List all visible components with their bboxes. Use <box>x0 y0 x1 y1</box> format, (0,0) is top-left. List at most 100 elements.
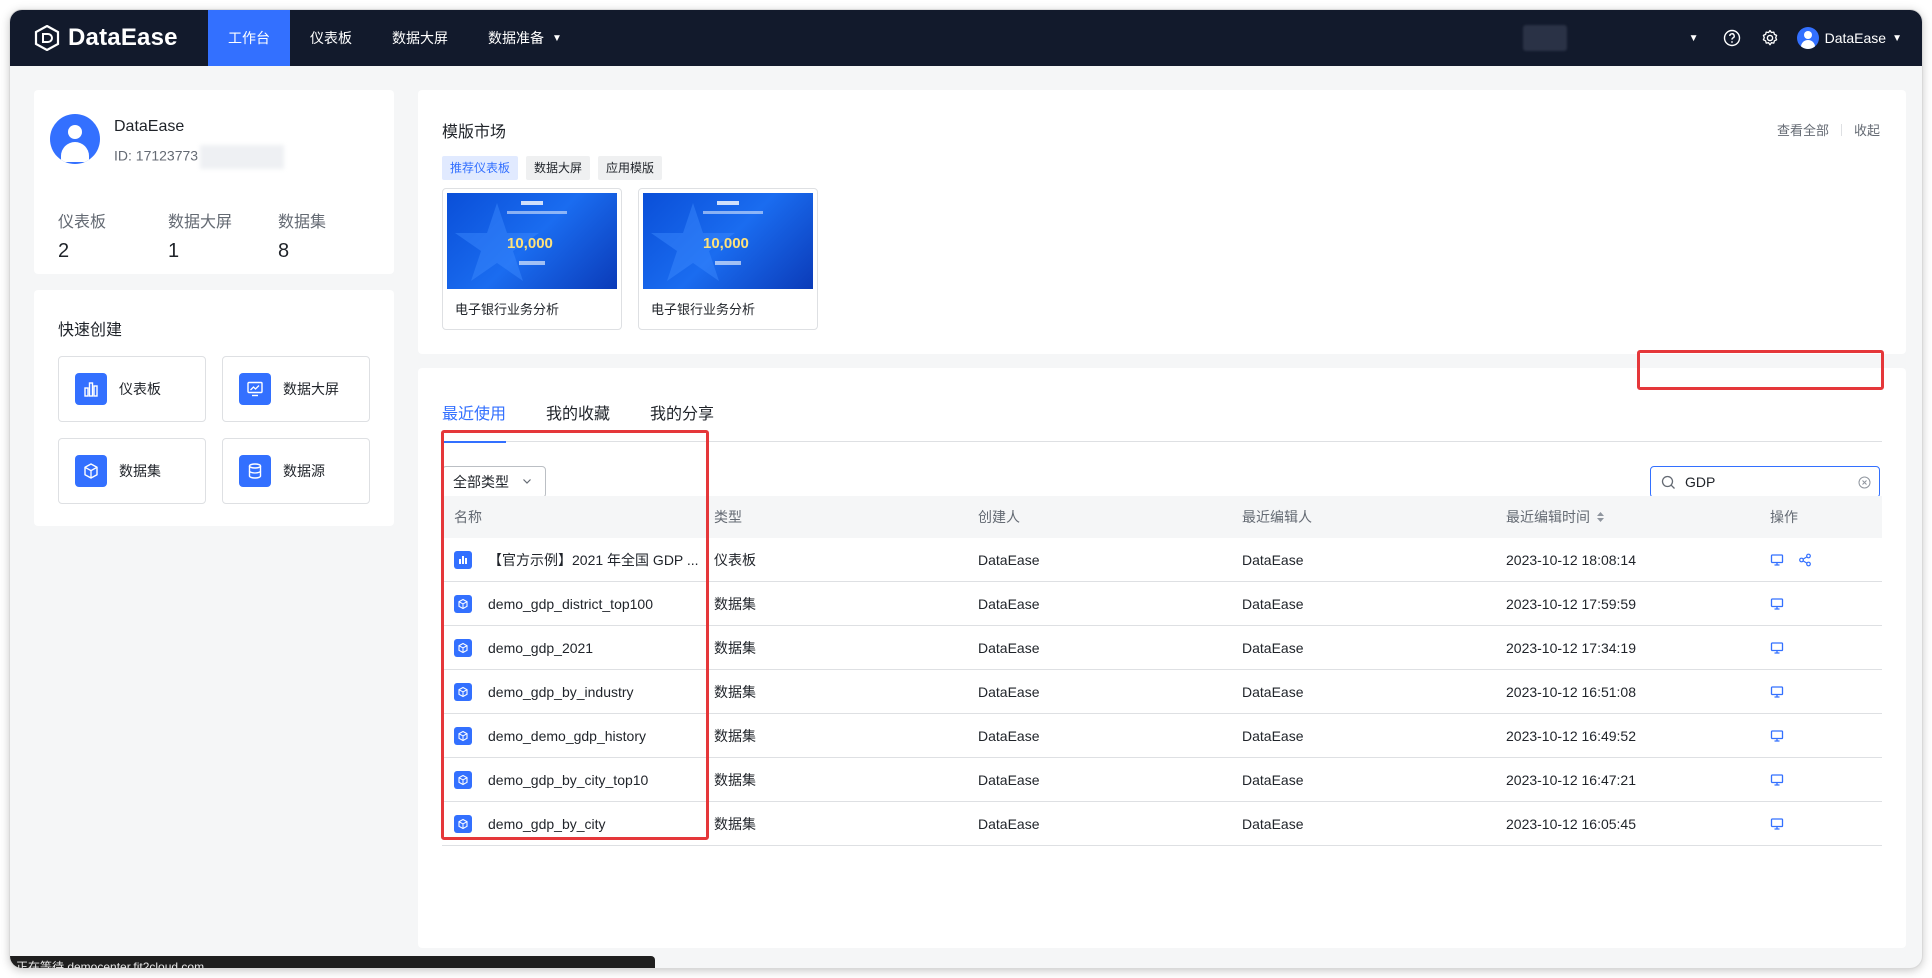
browser-status-bar: 正在等待 democenter.fit2cloud.com... <box>10 956 655 968</box>
quick-create-label: 数据集 <box>119 463 161 479</box>
help-icon[interactable] <box>1721 27 1743 49</box>
cell-time: 2023-10-12 18:08:14 <box>1506 551 1636 568</box>
table-row[interactable]: 【官方示例】2021 年全国 GDP ... 仪表板 DataEase DataEas… <box>442 538 1882 582</box>
nav-dashboard[interactable]: 仪表板 <box>290 10 372 66</box>
header-right: ▼ DataEase ▼ <box>1522 10 1902 66</box>
cell-name[interactable]: demo_gdp_by_industry <box>442 682 714 701</box>
stat-label: 仪表板 <box>58 214 107 231</box>
search-input[interactable] <box>1685 474 1845 490</box>
nav-data-prep[interactable]: 数据准备 ▼ <box>468 10 582 66</box>
dashboard-icon <box>454 550 472 569</box>
view-all-link[interactable]: 查看全部 <box>1777 120 1829 139</box>
table-row[interactable]: demo_gdp_2021 数据集 DataEase DataEase 2023-10-… <box>442 626 1882 670</box>
cell-creator: DataEase <box>978 595 1040 612</box>
sort-icon[interactable] <box>1596 511 1605 523</box>
quick-create-dashboard-button[interactable]: 仪表板 <box>58 356 206 422</box>
nav-data-screen[interactable]: 数据大屏 <box>372 10 468 66</box>
app-logo[interactable]: DataEase <box>34 24 208 52</box>
nav-label: 数据大屏 <box>392 30 448 46</box>
chevron-down-icon <box>523 479 531 484</box>
cell-creator: DataEase <box>978 551 1040 568</box>
bar-chart-icon <box>75 373 107 405</box>
stat-dashboards[interactable]: 仪表板 2 <box>58 208 106 263</box>
row-name[interactable]: demo_demo_gdp_history <box>488 728 646 744</box>
quick-create-dataset-button[interactable]: 数据集 <box>58 438 206 504</box>
avatar <box>50 114 100 164</box>
user-id: ID: 17123773 <box>114 145 285 169</box>
tab-favorites[interactable]: 我的收藏 <box>546 388 610 442</box>
search-field[interactable] <box>1650 466 1880 498</box>
template-card[interactable]: 10,000 电子银行业务分析 <box>442 188 622 330</box>
stat-value: 2 <box>58 240 70 262</box>
dataset-icon <box>454 594 472 613</box>
cell-type: 数据集 <box>714 815 756 832</box>
market-title: 模版市场 <box>442 124 507 141</box>
quick-create-data-screen-button[interactable]: 数据大屏 <box>222 356 370 422</box>
cell-actions <box>1770 817 1882 831</box>
tab-shared[interactable]: 我的分享 <box>650 388 714 442</box>
cell-time: 2023-10-12 16:05:45 <box>1506 815 1636 832</box>
template-name: 电子银行业务分析 <box>455 302 560 317</box>
row-name[interactable]: 【官方示例】2021 年全国 GDP ... <box>488 550 699 570</box>
cell-time: 2023-10-12 17:59:59 <box>1506 595 1636 612</box>
cell-name[interactable]: 【官方示例】2021 年全国 GDP ... <box>442 550 714 570</box>
table-row[interactable]: demo_gdp_by_industry 数据集 DataEase DataEase 2… <box>442 670 1882 714</box>
row-name[interactable]: demo_gdp_by_industry <box>488 684 634 700</box>
template-card[interactable]: 10,000 电子银行业务分析 <box>638 188 818 330</box>
template-market-panel: 模版市场 查看全部 收起 推荐仪表板 数据大屏 应用模版 10,000 电子银行… <box>418 90 1906 354</box>
template-category-chips: 推荐仪表板 数据大屏 应用模版 <box>442 156 670 180</box>
type-filter-select[interactable]: 全部类型 <box>442 466 546 498</box>
row-name[interactable]: demo_gdp_by_city <box>488 816 606 832</box>
cell-name[interactable]: demo_demo_gdp_history <box>442 726 714 745</box>
preview-icon[interactable] <box>1770 817 1784 831</box>
cell-name[interactable]: demo_gdp_by_city_top10 <box>442 770 714 789</box>
cell-editor: DataEase <box>1242 727 1304 744</box>
tab-recent[interactable]: 最近使用 <box>442 388 507 443</box>
template-name: 电子银行业务分析 <box>651 302 756 317</box>
dataease-logo-icon <box>34 25 60 51</box>
chip-recommended-dashboard[interactable]: 推荐仪表板 <box>442 156 519 180</box>
preview-icon[interactable] <box>1770 685 1784 699</box>
cell-type: 数据集 <box>714 771 756 788</box>
user-avatar-icon[interactable] <box>1796 27 1819 49</box>
cell-actions <box>1770 773 1882 787</box>
app-window: DataEase 工作台 仪表板 数据大屏 数据准备 ▼ ▼ DataEase ▼ <box>10 10 1922 968</box>
chip-app-template[interactable]: 应用模版 <box>598 156 663 180</box>
share-icon[interactable] <box>1798 553 1812 567</box>
preview-icon[interactable] <box>1770 773 1784 787</box>
cell-name[interactable]: demo_gdp_by_city <box>442 814 714 833</box>
cell-name[interactable]: demo_gdp_district_top100 <box>442 594 714 613</box>
table-row[interactable]: demo_gdp_district_top100 数据集 DataEase DataE… <box>442 582 1882 626</box>
clear-icon[interactable] <box>1858 476 1871 489</box>
user-menu-label[interactable]: DataEase <box>1825 30 1886 46</box>
preview-icon[interactable] <box>1770 641 1784 655</box>
cell-type: 数据集 <box>714 727 756 744</box>
cell-creator: DataEase <box>978 683 1040 700</box>
row-name[interactable]: demo_gdp_2021 <box>488 640 593 656</box>
preview-icon[interactable] <box>1770 729 1784 743</box>
caret-down-icon: ▼ <box>552 32 562 44</box>
nav-workbench[interactable]: 工作台 <box>208 10 290 66</box>
table-row[interactable]: demo_gdp_by_city_top10 数据集 DataEase DataEas… <box>442 758 1882 802</box>
col-time[interactable]: 最近编辑时间 <box>1506 507 1770 527</box>
main-nav: 工作台 仪表板 数据大屏 数据准备 ▼ <box>208 10 582 66</box>
row-name[interactable]: demo_gdp_by_city_top10 <box>488 772 648 788</box>
preview-icon[interactable] <box>1770 597 1784 611</box>
gear-icon[interactable] <box>1759 27 1781 49</box>
table-row[interactable]: demo_gdp_by_city 数据集 DataEase DataEase 2023-… <box>442 802 1882 846</box>
cell-name[interactable]: demo_gdp_2021 <box>442 638 714 657</box>
caret-down-icon[interactable]: ▼ <box>1892 33 1902 44</box>
cell-type: 数据集 <box>714 595 756 612</box>
thumbnail-value: 10,000 <box>703 235 749 252</box>
stat-data-screens[interactable]: 数据大屏 1 <box>168 208 232 263</box>
table-row[interactable]: demo_demo_gdp_history 数据集 DataEase DataEase… <box>442 714 1882 758</box>
preview-icon[interactable] <box>1770 553 1784 567</box>
collapse-link[interactable]: 收起 <box>1854 120 1880 139</box>
quick-create-datasource-button[interactable]: 数据源 <box>222 438 370 504</box>
database-icon <box>239 455 271 487</box>
chip-data-screen[interactable]: 数据大屏 <box>526 156 591 180</box>
chevron-down-icon[interactable]: ▼ <box>1683 27 1705 49</box>
stat-datasets[interactable]: 数据集 8 <box>278 208 326 263</box>
quick-create-title: 快速创建 <box>58 322 123 339</box>
row-name[interactable]: demo_gdp_district_top100 <box>488 596 653 612</box>
